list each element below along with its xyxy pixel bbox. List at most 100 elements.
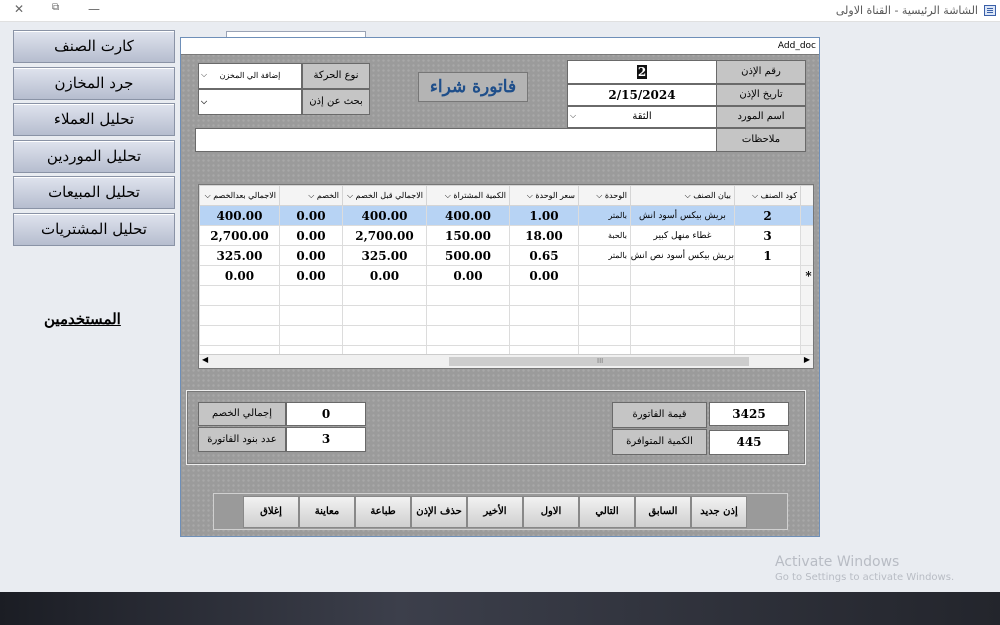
column-header-net[interactable]: الاجمالي بعدالخصم ⌵: [199, 185, 280, 206]
cell-unit[interactable]: بالمتر: [578, 205, 631, 226]
notes-field[interactable]: [195, 128, 717, 152]
chevron-down-icon[interactable]: ⌵: [570, 106, 576, 126]
close-button[interactable]: إغلاق: [243, 496, 299, 528]
menu-item-item-card[interactable]: كارت الصنف: [13, 30, 175, 63]
line-count-field[interactable]: 3: [286, 427, 366, 452]
cell-gross[interactable]: 325.00: [342, 245, 427, 266]
cell-net[interactable]: 2,700.00: [199, 225, 280, 246]
print-button[interactable]: طباعة: [355, 496, 411, 528]
cell-code[interactable]: 2: [734, 205, 801, 226]
minimize-icon[interactable]: —: [88, 2, 100, 16]
available-qty-field[interactable]: 445: [709, 430, 789, 455]
cell-description[interactable]: بريش بيكس أسود نص انش: [630, 245, 735, 266]
horizontal-scrollbar[interactable]: ◀ III ▶: [199, 354, 813, 368]
permit-no-field[interactable]: 2: [567, 60, 717, 84]
column-header-description[interactable]: بيان الصنف ⌵: [630, 185, 735, 206]
cell-discount[interactable]: 0.00: [279, 225, 343, 246]
cell-unit[interactable]: [578, 265, 631, 286]
first-button[interactable]: الاول: [523, 496, 579, 528]
side-menu: كارت الصنف جرد المخازن تحليل العملاء تحل…: [13, 30, 175, 249]
cell-code[interactable]: 3: [734, 225, 801, 246]
permit-no-value: 2: [636, 65, 648, 79]
invoice-value-field[interactable]: 3425: [709, 402, 789, 426]
column-header-discount[interactable]: الخصم ⌵: [279, 185, 343, 206]
empty-row: [199, 325, 813, 346]
table-row[interactable]: 3 غطاء منهل كبير بالحبة 18.00 150.00 2,7…: [199, 225, 813, 246]
cell-gross[interactable]: 0.00: [342, 265, 427, 286]
column-header-gross[interactable]: الاجمالي قبل الخصم ⌵: [342, 185, 427, 206]
cell-code[interactable]: [734, 265, 801, 286]
menu-item-purchases-analysis[interactable]: تحليل المشتريات: [13, 212, 175, 246]
cell-unit-price[interactable]: 0.00: [509, 265, 579, 286]
cell-discount[interactable]: 0.00: [279, 205, 343, 226]
cell-description[interactable]: بريش بيكس أسود انش: [630, 205, 735, 226]
restore-icon[interactable]: ⧉: [52, 2, 59, 13]
main-area: كارت الصنف جرد المخازن تحليل العملاء تحل…: [0, 22, 1000, 592]
last-button[interactable]: الأخير: [467, 496, 523, 528]
previous-button[interactable]: السابق: [635, 496, 691, 528]
delete-permit-button[interactable]: حذف الإذن: [411, 496, 467, 528]
menu-item-sales-analysis[interactable]: تحليل المبيعات: [13, 176, 175, 209]
invoice-value-label: قيمة الفاتورة: [612, 402, 707, 428]
column-header-quantity[interactable]: الكمية المشتراة ⌵: [426, 185, 510, 206]
cell-quantity[interactable]: 500.00: [426, 245, 510, 266]
menu-item-customers-analysis[interactable]: تحليل العملاء: [13, 103, 175, 136]
cell-net[interactable]: 400.00: [199, 205, 280, 226]
row-selector[interactable]: [800, 245, 813, 266]
taskbar: [0, 592, 1000, 625]
column-header-code[interactable]: كود الصنف ⌵: [734, 185, 801, 206]
movement-type-combo[interactable]: إضافة الي المخزن ⌵: [198, 63, 302, 89]
cell-discount[interactable]: 0.00: [279, 245, 343, 266]
close-icon[interactable]: ✕: [14, 2, 24, 16]
available-qty-label: الكمية المتوافرة: [612, 429, 707, 455]
users-link[interactable]: المستخدمين: [44, 310, 121, 328]
search-permit-combo[interactable]: ⌵: [198, 89, 302, 115]
menu-item-inventory[interactable]: جرد المخازن: [13, 66, 175, 100]
column-header-unit-price[interactable]: سعر الوحدة ⌵: [509, 185, 579, 206]
empty-row: [199, 285, 813, 306]
table-row[interactable]: 2 بريش بيكس أسود انش بالمتر 1.00 400.00 …: [199, 205, 813, 226]
row-selector[interactable]: [800, 205, 813, 226]
cell-net[interactable]: 325.00: [199, 245, 280, 266]
window-title: الشاشة الرئيسية - القناة الاولى: [835, 4, 978, 17]
supplier-value: الثقة: [632, 111, 652, 122]
permit-date-field[interactable]: 2/15/2024: [567, 84, 717, 106]
new-row-marker[interactable]: *: [800, 265, 813, 286]
scroll-left-icon[interactable]: ◀: [202, 355, 208, 364]
activation-watermark: Activate Windows Go to Settings to activ…: [775, 554, 954, 583]
cell-unit-price[interactable]: 1.00: [509, 205, 579, 226]
cell-code[interactable]: 1: [734, 245, 801, 266]
cell-unit[interactable]: بالحبة: [578, 225, 631, 246]
supplier-combo[interactable]: الثقة ⌵: [567, 106, 717, 128]
row-selector-header[interactable]: [800, 185, 813, 206]
cell-quantity[interactable]: 400.00: [426, 205, 510, 226]
cell-net[interactable]: 0.00: [199, 265, 280, 286]
chevron-down-icon[interactable]: ⌵: [201, 63, 207, 87]
new-permit-button[interactable]: إذن جديد: [691, 496, 747, 528]
empty-row: [199, 305, 813, 326]
scroll-thumb-grip: III: [597, 357, 604, 365]
cell-gross[interactable]: 400.00: [342, 205, 427, 226]
invoice-lines-grid[interactable]: كود الصنف ⌵ بيان الصنف ⌵ الوحدة ⌵ سعر ال…: [198, 184, 814, 369]
next-button[interactable]: التالي: [579, 496, 635, 528]
cell-description[interactable]: [630, 265, 735, 286]
cell-gross[interactable]: 2,700.00: [342, 225, 427, 246]
cell-discount[interactable]: 0.00: [279, 265, 343, 286]
table-row[interactable]: 1 بريش بيكس أسود نص انش بالمتر 0.65 500.…: [199, 245, 813, 266]
cell-quantity[interactable]: 150.00: [426, 225, 510, 246]
row-selector[interactable]: [800, 225, 813, 246]
chevron-down-icon[interactable]: ⌵: [201, 89, 207, 113]
cell-unit-price[interactable]: 18.00: [509, 225, 579, 246]
cell-unit[interactable]: بالمتر: [578, 245, 631, 266]
preview-button[interactable]: معاينة: [299, 496, 355, 528]
cell-unit-price[interactable]: 0.65: [509, 245, 579, 266]
menu-item-suppliers-analysis[interactable]: تحليل الموردين: [13, 139, 175, 173]
table-row-new[interactable]: * 0.00 0.00 0.00 0.00 0.00: [199, 265, 813, 286]
cell-quantity[interactable]: 0.00: [426, 265, 510, 286]
scroll-right-icon[interactable]: ▶: [804, 355, 810, 364]
action-button-bar: إذن جديد السابق التالي الاول الأخير حذف …: [213, 493, 788, 530]
total-discount-field[interactable]: 0: [286, 402, 366, 426]
cell-description[interactable]: غطاء منهل كبير: [630, 225, 735, 246]
line-count-label: عدد بنود الفاتورة: [198, 427, 286, 452]
column-header-unit[interactable]: الوحدة ⌵: [578, 185, 631, 206]
